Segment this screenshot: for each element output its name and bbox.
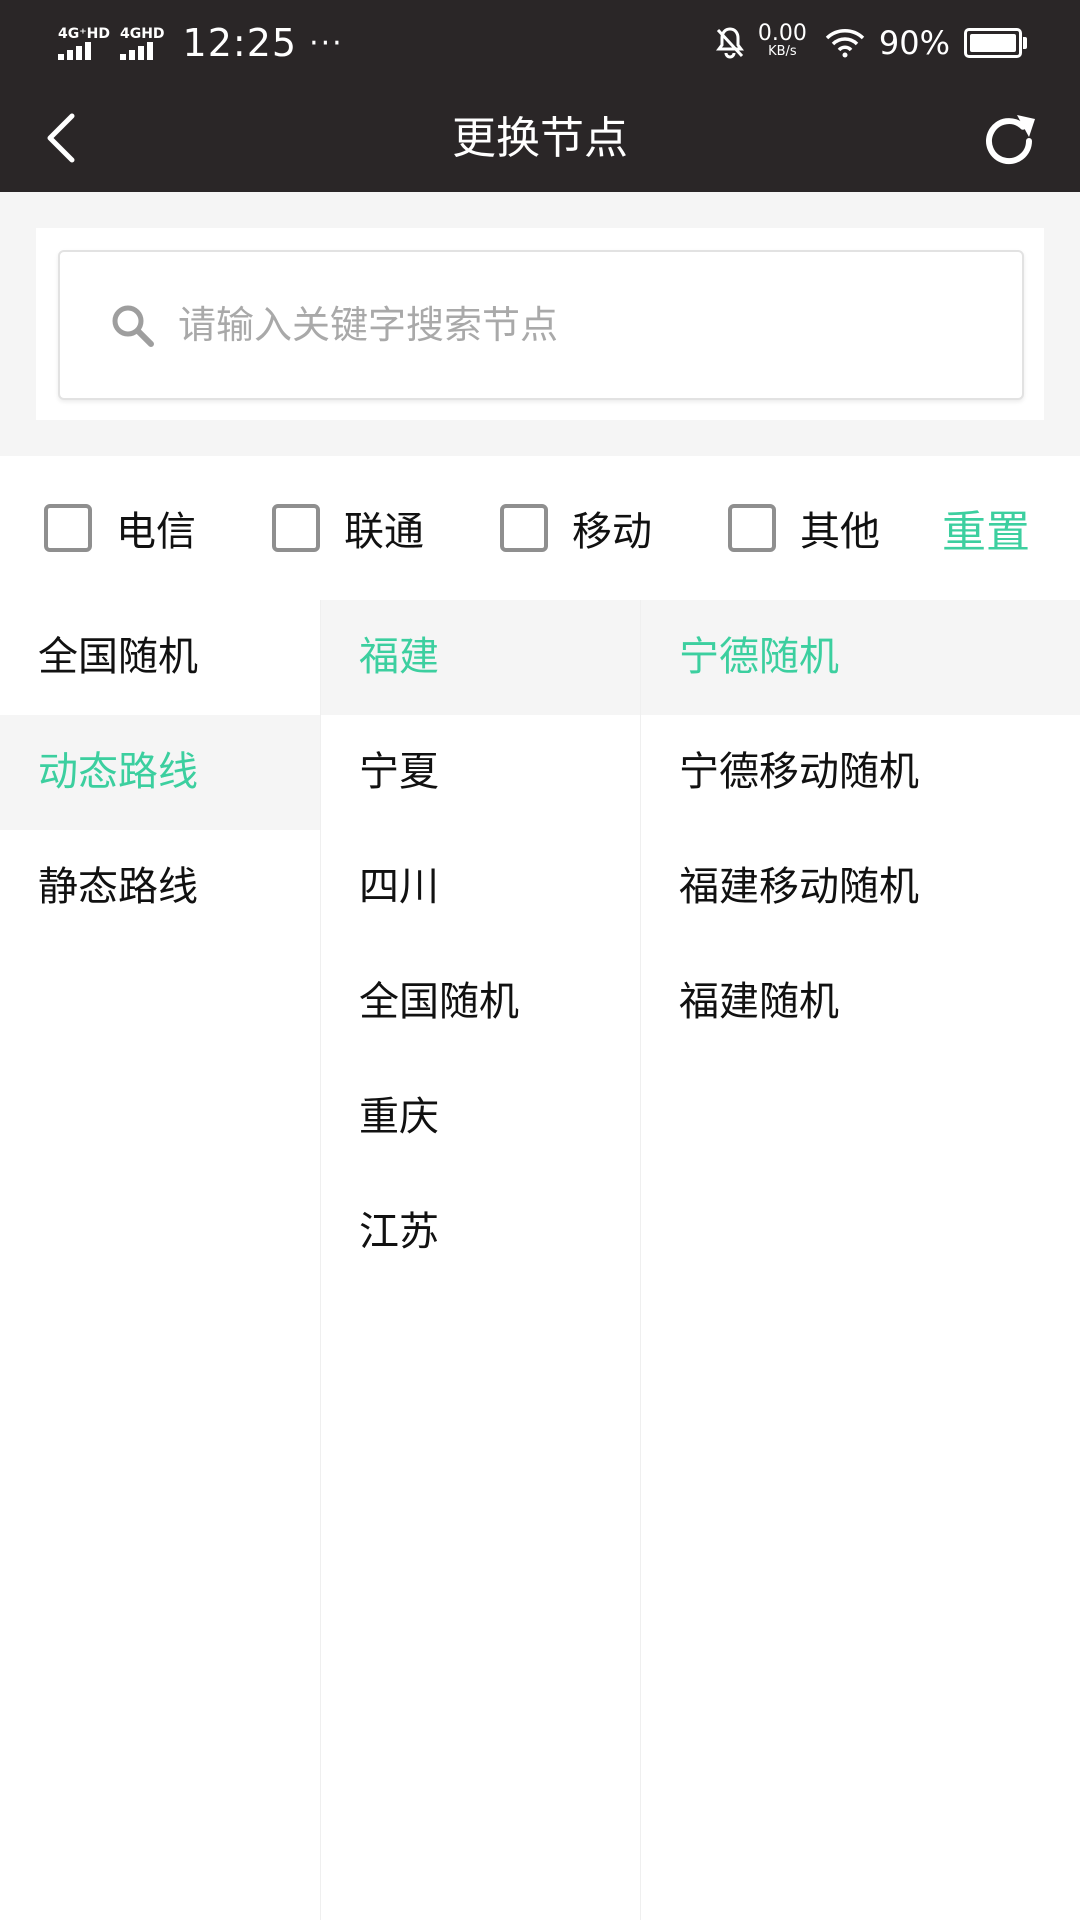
signal-icon-sim2: 4GHD: [119, 26, 165, 60]
search-box[interactable]: [58, 250, 1024, 400]
filter-label: 联通: [344, 509, 424, 555]
list-item-selected[interactable]: 福建: [321, 600, 641, 715]
refresh-button[interactable]: [974, 106, 1044, 176]
list-item[interactable]: 四川: [321, 830, 641, 945]
search-icon: [112, 305, 154, 347]
filter-label: 电信: [116, 509, 196, 555]
filter-label: 移动: [572, 509, 652, 555]
nav-bar: 更换节点: [0, 86, 1080, 192]
status-bar: 4G⁺HD 4GHD 12:25 ··· 0.00 KB/s 90%: [0, 0, 1080, 86]
wifi-icon: [825, 29, 865, 58]
node-list: 宁德随机 宁德移动随机 福建移动随机 福建随机: [640, 600, 1080, 1920]
refresh-icon: [986, 115, 1035, 165]
battery-percent: 90%: [878, 24, 950, 62]
list-item[interactable]: 宁夏: [321, 715, 641, 830]
checkbox[interactable]: [44, 504, 92, 552]
list-item[interactable]: 全国随机: [0, 600, 320, 715]
carrier-filters: 电信 联通 移动 其他 重置: [0, 456, 1080, 600]
search-area: [0, 192, 1080, 456]
list-item[interactable]: 重庆: [321, 1060, 641, 1175]
checkbox[interactable]: [728, 504, 776, 552]
search-input[interactable]: [176, 302, 960, 348]
list-item[interactable]: 静态路线: [0, 830, 320, 945]
status-bar-right: 0.00 KB/s 90%: [714, 18, 1027, 68]
signal-icon-sim1: 4G⁺HD: [58, 26, 110, 60]
status-bar-left: 4G⁺HD 4GHD 12:25 ···: [58, 18, 344, 68]
checkbox[interactable]: [272, 504, 320, 552]
filter-other[interactable]: 其他: [728, 498, 880, 558]
network-speed-value: 0.00: [757, 21, 807, 46]
filter-unicom[interactable]: 联通: [272, 498, 424, 558]
search-card: [36, 228, 1044, 420]
list-item-selected[interactable]: 宁德随机: [641, 600, 1080, 715]
region-list: 福建 宁夏 四川 全国随机 重庆 江苏: [320, 600, 641, 1920]
clock: 12:25: [182, 21, 298, 65]
list-item[interactable]: 宁德移动随机: [641, 715, 1080, 830]
more-notifications-icon: ···: [309, 25, 344, 61]
list-item[interactable]: 全国随机: [321, 945, 641, 1060]
list-item[interactable]: 福建随机: [641, 945, 1080, 1060]
filter-mobile[interactable]: 移动: [500, 498, 652, 558]
network-type-label: 4GHD: [119, 26, 165, 42]
list-item[interactable]: 福建移动随机: [641, 830, 1080, 945]
reset-button[interactable]: 重置: [942, 496, 1030, 560]
page-title: 更换节点: [452, 113, 628, 164]
bell-off-icon: [715, 27, 744, 59]
list-item[interactable]: 江苏: [321, 1175, 641, 1290]
checkbox[interactable]: [500, 504, 548, 552]
list-item-selected[interactable]: 动态路线: [0, 715, 320, 830]
network-type-label: 4G⁺HD: [58, 26, 110, 42]
network-speed: 0.00 KB/s: [757, 21, 807, 61]
filter-telecom[interactable]: 电信: [44, 498, 196, 558]
filter-label: 其他: [800, 509, 880, 555]
route-type-list: 全国随机 动态路线 静态路线: [0, 600, 320, 1920]
battery-icon: [964, 28, 1027, 58]
network-speed-unit: KB/s: [768, 44, 797, 59]
